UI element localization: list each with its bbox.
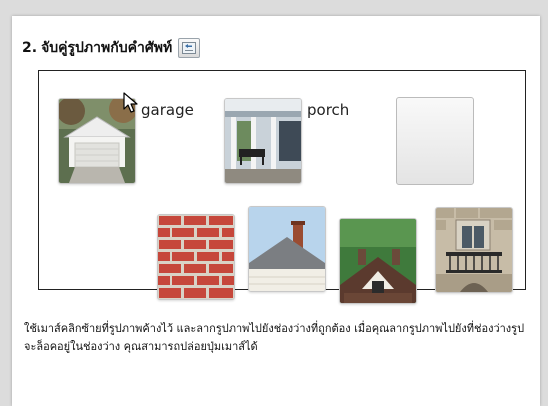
word-porch: porch bbox=[307, 101, 350, 119]
help-button[interactable] bbox=[178, 38, 201, 58]
instructions-text: ใช้เมาส์คลิกซ้ายที่รูปภาพค้างไว้ และลากร… bbox=[24, 322, 525, 353]
mouse-cursor-icon bbox=[123, 92, 138, 113]
drop-slot[interactable] bbox=[396, 97, 474, 185]
brick-wall-image[interactable] bbox=[157, 214, 235, 300]
dormer-roof-image[interactable] bbox=[339, 218, 417, 304]
porch-image[interactable] bbox=[224, 98, 302, 184]
chimney-image[interactable] bbox=[248, 206, 326, 292]
word-garage: garage bbox=[141, 101, 194, 119]
question-number: 2. bbox=[22, 40, 38, 56]
question-title-text: จับคู่รูปภาพกับคำศัพท์ bbox=[41, 40, 173, 56]
help-icon bbox=[182, 42, 197, 54]
question-title: 2. จับคู่รูปภาพกับคำศัพท์ bbox=[22, 38, 201, 58]
balcony-image[interactable] bbox=[435, 207, 513, 293]
matching-board: garage porch bbox=[38, 70, 526, 304]
